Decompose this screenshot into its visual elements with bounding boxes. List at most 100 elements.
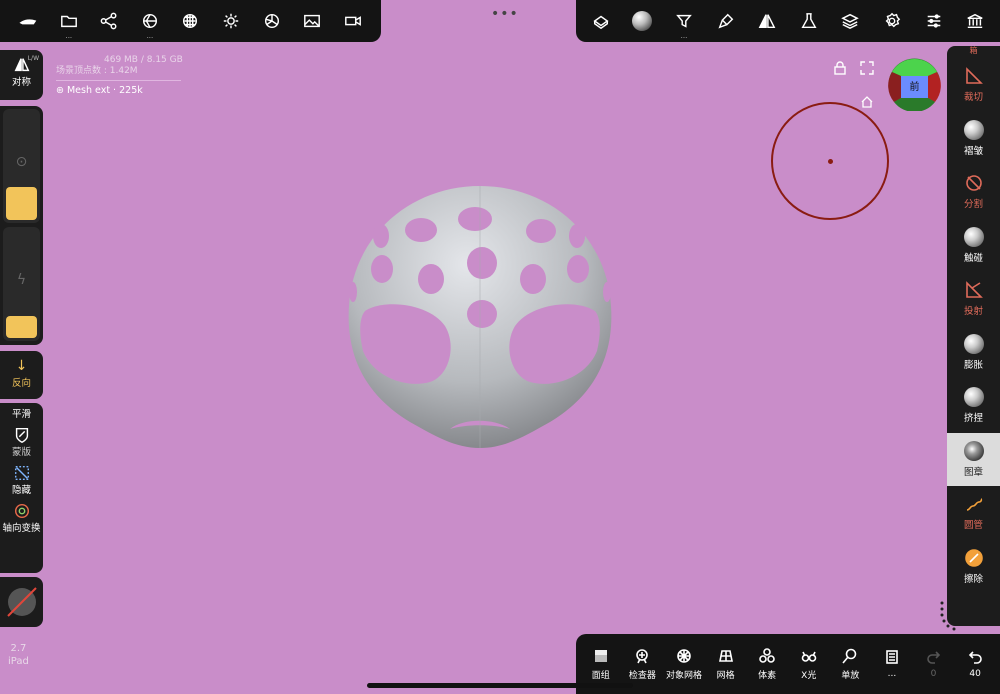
radius-fill: [6, 187, 37, 220]
smooth-label: 平滑: [11, 409, 31, 420]
erase-icon: [964, 548, 983, 567]
split-icon: [965, 175, 982, 192]
undo-icon: [969, 651, 982, 664]
symmetry-button[interactable]: L/W 对称: [0, 50, 43, 100]
settings-icon[interactable]: [879, 8, 905, 34]
lock-icon[interactable]: [833, 61, 847, 75]
erase-label: 擦除: [963, 573, 983, 585]
voxel-button[interactable]: 体素: [747, 647, 787, 681]
fullscreen-icon[interactable]: [860, 61, 874, 75]
mask-button[interactable]: 蒙版: [0, 420, 43, 458]
material-icon[interactable]: [177, 8, 203, 34]
wireframe-label: 网格: [716, 670, 735, 681]
museum-icon[interactable]: [962, 8, 988, 34]
wireframe-button[interactable]: 网格: [706, 648, 746, 681]
top-right-toolbar: ...: [576, 0, 1000, 42]
tool-pinch[interactable]: 挤捏: [947, 379, 1000, 433]
radius-icon: ⊙: [15, 154, 28, 170]
background-image-icon[interactable]: [299, 8, 325, 34]
right-tool-panel: 箱 裁切 褶皱 分割 触碰 投射 膨胀 挤捏 图章 圆管 擦除: [947, 46, 1000, 626]
project-icon: [965, 281, 983, 299]
version-number: 2.7: [10, 643, 27, 654]
pinch-icon: [963, 387, 984, 408]
inspector-icon: [636, 648, 649, 663]
share-icon[interactable]: [96, 8, 122, 34]
bottom-toolbar: 面组 检查器 对象网格 网格 体素 X光 单放 ... 0 40: [576, 634, 1000, 694]
window-grip[interactable]: •••: [491, 6, 519, 22]
gizmo-button[interactable]: 轴向变换: [0, 496, 43, 534]
layers-icon[interactable]: [837, 8, 863, 34]
inspector-label: 检查器: [628, 670, 656, 681]
facegroup-button[interactable]: 面组: [581, 648, 621, 681]
invert-button[interactable]: ↓ 反向: [0, 351, 43, 399]
clip-label: 裁切: [963, 92, 983, 104]
crease-label: 褶皱: [963, 145, 983, 157]
view-cube-label: 前: [909, 82, 920, 93]
matcap-icon[interactable]: [629, 8, 655, 34]
paint-icon[interactable]: [713, 8, 739, 34]
material-swatch-icon: [6, 587, 37, 617]
mesh-info[interactable]: ⊛ Mesh ext · 225k: [56, 85, 143, 96]
stats-overlay: 469 MB / 8.15 GB 场景顶点数 : 1.42M: [56, 55, 183, 81]
symmetry-icon[interactable]: [754, 8, 780, 34]
camera-icon[interactable]: [340, 8, 366, 34]
redo-button[interactable]: 0: [914, 649, 954, 679]
split-label: 分割: [963, 199, 983, 211]
xray-glasses-icon: [801, 651, 817, 662]
home-view-icon[interactable]: [860, 95, 874, 109]
intensity-slider[interactable]: ϟ: [3, 227, 40, 341]
tool-tube[interactable]: 圆管: [947, 486, 1000, 540]
nomad-logo-icon[interactable]: [15, 8, 41, 34]
right-top-label: 箱: [969, 46, 978, 55]
smooth-button[interactable]: 平滑: [0, 403, 43, 420]
clip-icon: [965, 67, 983, 85]
panel-resize-icon[interactable]: [938, 600, 958, 632]
top-left-toolbar: ... ...: [0, 0, 381, 42]
solo-button[interactable]: 单放: [830, 648, 870, 681]
vertex-count: 场景顶点数 : 1.42M: [56, 66, 138, 76]
tool-clip[interactable]: 裁切: [947, 58, 1000, 112]
voxel-label: 体素: [758, 670, 777, 681]
home-indicator[interactable]: [367, 683, 633, 688]
tube-icon: [966, 498, 983, 512]
object-mesh-button[interactable]: 对象网格: [664, 648, 704, 681]
move-label: 触碰: [963, 252, 983, 264]
object-mesh-label: 对象网格: [665, 670, 702, 681]
tool-inflate[interactable]: 膨胀: [947, 326, 1000, 380]
hide-button[interactable]: 隐藏: [0, 458, 43, 496]
arrow-down-icon: ↓: [15, 358, 28, 374]
mask-model[interactable]: [345, 186, 615, 451]
flask-icon[interactable]: [796, 8, 822, 34]
history-icon: [886, 650, 898, 664]
sliders-icon[interactable]: [921, 8, 947, 34]
postprocess-icon[interactable]: [259, 8, 285, 34]
tool-split[interactable]: 分割: [947, 165, 1000, 219]
intensity-fill: [6, 316, 37, 338]
redo-icon: [926, 651, 940, 664]
project-label: 投射: [963, 306, 983, 318]
tool-move[interactable]: 触碰: [947, 219, 1000, 273]
hide-icon: [14, 465, 29, 481]
history-button[interactable]: ...: [872, 649, 912, 679]
material-preview[interactable]: [0, 577, 43, 627]
view-cube[interactable]: 前: [888, 58, 941, 113]
tool-erase[interactable]: 擦除: [947, 540, 1000, 594]
tool-crease[interactable]: 褶皱: [947, 112, 1000, 166]
version-device: iPad: [8, 656, 29, 667]
topology-icon[interactable]: [588, 8, 614, 34]
tool-stamp[interactable]: 图章: [947, 432, 1000, 486]
inspector-button[interactable]: 检查器: [622, 648, 662, 681]
xray-button[interactable]: X光: [789, 648, 829, 681]
solo-label: 单放: [841, 670, 860, 681]
folder-icon[interactable]: ...: [56, 8, 82, 40]
light-icon[interactable]: [218, 8, 244, 34]
tool-project[interactable]: 投射: [947, 272, 1000, 326]
filter-icon[interactable]: ...: [671, 8, 697, 40]
undo-button[interactable]: 40: [955, 649, 995, 679]
mesh-icon: ⊛: [56, 85, 67, 96]
radius-slider[interactable]: ⊙: [3, 109, 40, 223]
scene-icon[interactable]: ...: [137, 8, 163, 40]
gizmo-icon: [14, 503, 29, 519]
mode-group: 平滑 蒙版 隐藏 轴向变换: [0, 403, 43, 573]
mesh-label: Mesh ext · 225k: [66, 85, 143, 96]
